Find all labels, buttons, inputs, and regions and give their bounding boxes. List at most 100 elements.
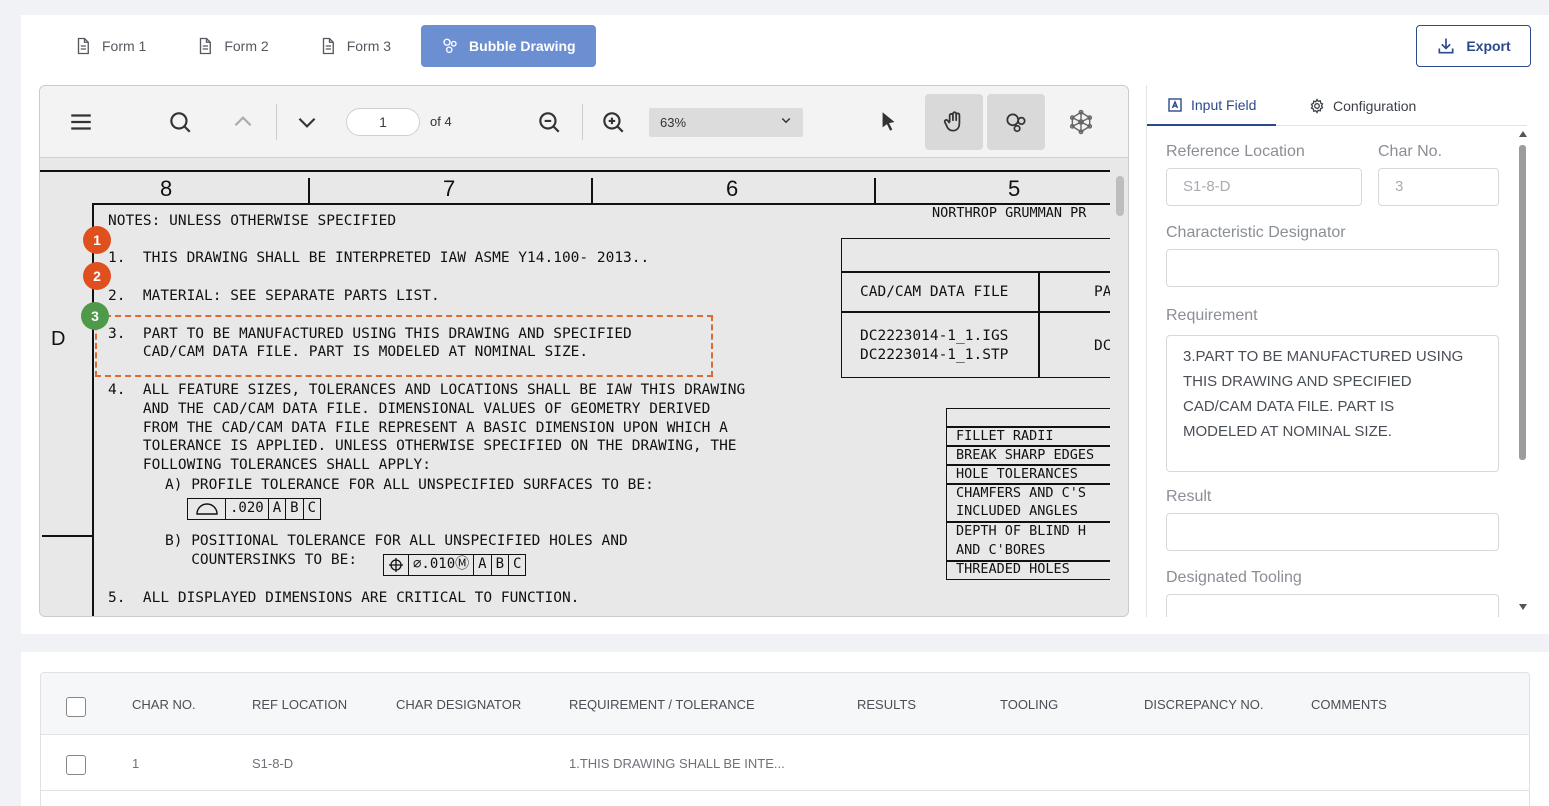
bubble-marker-3[interactable]: 3 — [81, 302, 109, 330]
char-no-field[interactable]: 3 — [1378, 168, 1499, 206]
reference-location-label: Reference Location — [1166, 143, 1305, 160]
column-number: 8 — [160, 176, 173, 201]
row-checkbox[interactable] — [66, 755, 86, 775]
zoom-select[interactable]: 63% — [649, 108, 803, 137]
tab-form-1[interactable]: Form 1 — [54, 25, 166, 67]
selected-region-highlight[interactable] — [95, 315, 713, 377]
bubble-tool-icon[interactable] — [987, 94, 1045, 150]
side-scrollbar[interactable] — [1517, 130, 1529, 615]
export-button[interactable]: Export — [1416, 25, 1531, 67]
column-header-results[interactable]: RESULTS — [857, 697, 916, 712]
scroll-up-arrow-icon[interactable] — [1518, 130, 1528, 138]
menu-icon[interactable] — [66, 108, 96, 136]
toolbar-divider — [276, 104, 277, 140]
tab-label: Form 1 — [102, 38, 147, 54]
scroll-down-arrow-icon[interactable] — [1518, 603, 1528, 611]
tab-bubble-drawing[interactable]: Bubble Drawing — [421, 25, 596, 67]
table-line — [841, 311, 1110, 313]
previous-page-chevron-up-icon[interactable] — [228, 108, 258, 136]
bubble-number: 2 — [93, 268, 101, 284]
column-header-char-no[interactable]: CHAR NO. — [132, 697, 196, 712]
result-field[interactable] — [1166, 513, 1499, 551]
column-header-discrepancy-no[interactable]: DISCREPANCY NO. — [1144, 697, 1263, 712]
bubbles-icon — [443, 38, 457, 54]
select-all-checkbox[interactable] — [66, 697, 86, 717]
column-number: 7 — [443, 176, 456, 201]
next-page-chevron-down-icon[interactable] — [292, 108, 322, 136]
tab-input-field[interactable]: Input Field — [1147, 85, 1277, 126]
tab-form-3[interactable]: Form 3 — [299, 25, 411, 67]
bubble-number: 1 — [93, 232, 101, 248]
tab-form-2[interactable]: Form 2 — [176, 25, 288, 67]
network-graph-icon[interactable] — [1065, 106, 1097, 138]
cad-cam-header: CAD/CAM DATA FILE — [860, 284, 1009, 300]
tab-configuration[interactable]: Configuration — [1289, 85, 1436, 126]
datum-a: A — [474, 555, 492, 575]
side-panel: Input Field Configuration Reference Loca… — [1146, 85, 1549, 617]
note-5: 5. ALL DISPLAYED DIMENSIONS ARE CRITICAL… — [108, 590, 580, 606]
bubble-marker-2[interactable]: 2 — [83, 262, 111, 290]
note-4-line-3: FROM THE CAD/CAM DATA FILE REPRESENT A B… — [108, 420, 728, 436]
gear-icon — [1310, 97, 1324, 114]
position-crosshair-icon — [384, 555, 409, 575]
column-divider — [591, 178, 593, 203]
column-header-tooling[interactable]: TOOLING — [1000, 697, 1058, 712]
column-header-char-designator[interactable]: CHAR DESIGNATOR — [396, 697, 521, 712]
tolerance-row: BREAK SHARP EDGES — [956, 447, 1095, 463]
search-icon[interactable] — [165, 108, 195, 136]
cell-requirement: 1.THIS DRAWING SHALL BE INTE... — [569, 756, 785, 771]
column-header-requirement[interactable]: REQUIREMENT / TOLERANCE — [569, 697, 755, 712]
note-4-a: A) PROFILE TOLERANCE FOR ALL UNSPECIFIED… — [165, 477, 654, 493]
chevron-down-icon — [781, 117, 791, 124]
tolerance-row: INCLUDED ANGLES — [956, 503, 1078, 519]
engineering-drawing[interactable]: 8 7 6 5 D NORTHROP GRUMMAN PR NOTES: UNL… — [40, 158, 1110, 616]
page-number-input[interactable]: 1 — [346, 108, 420, 136]
reference-location-field[interactable]: S1-8-D — [1166, 168, 1362, 206]
page-count: of 4 — [430, 114, 452, 129]
tolerance-row: THREADED HOLES — [956, 561, 1070, 577]
column-header-comments[interactable]: COMMENTS — [1311, 697, 1387, 712]
column-divider — [874, 178, 876, 203]
frame-value: .020 — [226, 499, 269, 519]
tab-label: Configuration — [1333, 97, 1417, 114]
part-number: DC — [1094, 338, 1110, 354]
viewer-scrollbar[interactable] — [1110, 158, 1128, 616]
zone-letter: D — [51, 328, 66, 350]
note-4-line-5: FOLLOWING TOLERANCES SHALL APPLY: — [108, 457, 432, 473]
requirement-textarea[interactable]: 3.PART TO BE MANUFACTURED USING THIS DRA… — [1166, 335, 1499, 472]
pointer-cursor-icon[interactable] — [873, 108, 903, 136]
zoom-out-icon[interactable] — [534, 108, 564, 136]
document-icon — [322, 37, 334, 55]
tab-label: Bubble Drawing — [469, 38, 576, 54]
profile-of-surface-icon — [188, 499, 226, 519]
characteristic-designator-field[interactable] — [1166, 249, 1499, 287]
table-line — [841, 271, 1110, 273]
bubble-marker-1[interactable]: 1 — [83, 226, 111, 254]
notes-title: NOTES: UNLESS OTHERWISE SPECIFIED — [108, 213, 397, 229]
document-icon — [200, 37, 212, 55]
characteristics-table: CHAR NO. REF LOCATION CHAR DESIGNATOR RE… — [40, 672, 1530, 806]
cad-file-igs: DC2223014-1_1.IGS — [860, 328, 1009, 344]
border-line — [40, 170, 1110, 172]
hand-pan-icon[interactable] — [925, 94, 983, 150]
designated-tooling-label: Designated Tooling — [1166, 569, 1302, 586]
note-4-b-line-2: COUNTERSINKS TO BE: — [165, 552, 358, 568]
bottom-card: CHAR NO. REF LOCATION CHAR DESIGNATOR RE… — [21, 652, 1549, 806]
tab-label: Input Field — [1191, 96, 1257, 113]
note-4-line-1: 4. ALL FEATURE SIZES, TOLERANCES AND LOC… — [108, 382, 746, 398]
designated-tooling-field[interactable] — [1166, 594, 1499, 617]
side-tabs: Input Field Configuration — [1147, 85, 1527, 126]
scrollbar-thumb[interactable] — [1116, 176, 1124, 216]
tolerance-row: AND C'BORES — [956, 542, 1046, 558]
requirement-label: Requirement — [1166, 307, 1258, 324]
datum-a: A — [269, 499, 287, 519]
document-icon — [77, 37, 89, 55]
zoom-value: 63% — [660, 115, 687, 130]
column-header-ref-location[interactable]: REF LOCATION — [252, 697, 347, 712]
scrollbar-thumb[interactable] — [1519, 145, 1526, 460]
tab-label: Form 2 — [224, 38, 269, 54]
characteristic-designator-label: Characteristic Designator — [1166, 224, 1346, 241]
datum-c: C — [513, 556, 522, 572]
pdf-viewer: 1 of 4 63% 8 7 6 5 D NORTHROP GRUMMAN PR… — [39, 85, 1129, 617]
zoom-in-icon[interactable] — [598, 108, 628, 136]
